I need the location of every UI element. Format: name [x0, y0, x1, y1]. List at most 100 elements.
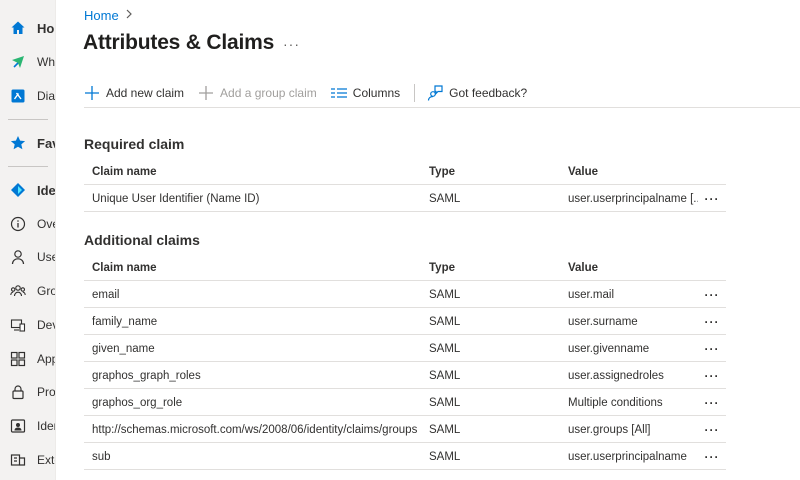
- command-bar: Add new claim Add a group claim Columns …: [84, 78, 800, 108]
- identity-icon: [10, 182, 26, 198]
- table-row[interactable]: Unique User Identifier (Name ID) SAML us…: [84, 185, 726, 212]
- required-claims-table: Claim name Type Value Unique User Identi…: [84, 158, 726, 212]
- left-nav-sidebar: Home What's new Diagnose & solve problem…: [0, 0, 56, 480]
- sidebar-item-identity-governance[interactable]: Identity governance: [0, 412, 55, 440]
- external-icon: [10, 452, 26, 468]
- claim-value-cell: user.groups [All]: [568, 423, 651, 436]
- claim-type-cell: SAML: [429, 192, 461, 205]
- claim-name-cell: sub: [92, 450, 111, 463]
- column-header-claim-name[interactable]: Claim name: [92, 158, 427, 185]
- column-header-value[interactable]: Value: [568, 158, 698, 185]
- sidebar-item-label: Protection: [37, 385, 56, 399]
- required-claim-heading: Required claim: [84, 136, 185, 152]
- row-more-button[interactable]: ···: [700, 389, 724, 416]
- sidebar-item-identity[interactable]: Identity: [0, 176, 56, 204]
- table-row[interactable]: email SAML user.mail ···: [84, 281, 726, 308]
- columns-label: Columns: [352, 85, 401, 100]
- table-row[interactable]: sub SAML user.userprincipalname ···: [84, 443, 726, 470]
- sidebar-item-diagnose[interactable]: Diagnose & solve problems: [0, 82, 55, 110]
- chevron-right-icon: [125, 9, 133, 22]
- page-more-button[interactable]: ···: [283, 36, 300, 52]
- claim-name-cell: Unique User Identifier (Name ID): [92, 192, 260, 205]
- sidebar-item-applications[interactable]: Applications: [0, 345, 55, 373]
- page-title: Attributes & Claims: [83, 31, 275, 54]
- claim-name-cell: http://schemas.microsoft.com/ws/2008/06/…: [92, 423, 418, 436]
- column-header-type[interactable]: Type: [429, 254, 559, 281]
- sidebar-item-label: Devices: [37, 318, 55, 332]
- sidebar-item-label: Overview: [37, 217, 55, 231]
- claim-name-cell: graphos_org_role: [92, 396, 183, 409]
- sidebar-item-label: Identity governance: [37, 419, 55, 433]
- sidebar-item-protection[interactable]: Protection: [0, 378, 56, 406]
- columns-icon: [330, 85, 347, 101]
- row-more-button[interactable]: ···: [700, 335, 724, 362]
- column-header-value[interactable]: Value: [568, 254, 698, 281]
- main-content: Home Attributes & Claims ··· Add new cla…: [56, 0, 800, 480]
- sidebar-item-label: Favorites: [37, 135, 55, 151]
- claim-name-cell: given_name: [92, 342, 155, 355]
- claim-type-cell: SAML: [429, 396, 461, 409]
- lock-icon: [10, 384, 26, 400]
- table-row[interactable]: graphos_org_role SAML Multiple condition…: [84, 389, 726, 416]
- home-icon: [10, 20, 26, 36]
- table-row[interactable]: graphos_graph_roles SAML user.assignedro…: [84, 362, 726, 389]
- table-header-row: Claim name Type Value: [84, 254, 726, 281]
- claim-type-cell: SAML: [429, 369, 461, 382]
- claim-name-cell: email: [92, 288, 120, 301]
- table-row[interactable]: http://schemas.microsoft.com/ws/2008/06/…: [84, 416, 726, 443]
- claim-value-cell: user.mail: [568, 288, 615, 301]
- claim-value-cell: Multiple conditions: [568, 396, 663, 409]
- sidebar-item-groups[interactable]: Groups: [0, 277, 55, 305]
- row-more-button[interactable]: ···: [700, 443, 724, 470]
- feedback-label: Got feedback?: [449, 85, 528, 100]
- add-group-claim-label: Add a group claim: [220, 85, 317, 100]
- groups-icon: [10, 283, 26, 299]
- claim-value-cell: user.surname: [568, 315, 638, 328]
- row-more-button[interactable]: ···: [700, 362, 724, 389]
- row-more-button[interactable]: ···: [700, 308, 724, 335]
- claim-value-cell: user.userprincipalname [...: [568, 192, 698, 205]
- governance-icon: [10, 418, 26, 434]
- sidebar-item-overview[interactable]: Overview: [0, 210, 55, 238]
- claim-type-cell: SAML: [429, 423, 461, 436]
- sidebar-item-home[interactable]: Home: [0, 14, 55, 42]
- add-group-claim-button[interactable]: Add a group claim: [198, 78, 317, 108]
- sidebar-item-label: Home: [37, 20, 55, 36]
- columns-button[interactable]: Columns: [330, 78, 401, 108]
- table-header-row: Claim name Type Value: [84, 158, 726, 185]
- additional-claims-heading: Additional claims: [84, 232, 200, 248]
- claim-value-cell: user.givenname: [568, 342, 650, 355]
- table-row[interactable]: family_name SAML user.surname ···: [84, 308, 726, 335]
- plus-icon: [84, 85, 100, 101]
- sidebar-item-whats-new[interactable]: What's new: [0, 48, 55, 76]
- sidebar-item-external-identities[interactable]: External identities: [0, 446, 55, 474]
- column-header-type[interactable]: Type: [429, 158, 559, 185]
- row-more-button[interactable]: ···: [700, 416, 724, 443]
- user-icon: [10, 249, 26, 265]
- row-more-button[interactable]: ···: [700, 185, 724, 212]
- whats-new-icon: [10, 54, 26, 70]
- info-icon: [10, 216, 26, 232]
- diagnose-icon: [10, 88, 26, 104]
- feedback-icon: [427, 84, 443, 101]
- claim-type-cell: SAML: [429, 342, 461, 355]
- claim-name-cell: graphos_graph_roles: [92, 369, 201, 382]
- column-header-claim-name[interactable]: Claim name: [92, 254, 427, 281]
- sidebar-item-label: External identities: [37, 453, 55, 467]
- claim-type-cell: SAML: [429, 450, 461, 463]
- breadcrumb-home-link[interactable]: Home: [84, 8, 119, 23]
- sidebar-item-favorites[interactable]: Favorites: [0, 129, 55, 157]
- add-new-claim-label: Add new claim: [106, 85, 185, 100]
- table-row[interactable]: given_name SAML user.givenname ···: [84, 335, 726, 362]
- add-new-claim-button[interactable]: Add new claim: [84, 78, 184, 108]
- row-more-button[interactable]: ···: [700, 281, 724, 308]
- sidebar-item-users[interactable]: Users: [0, 243, 55, 271]
- feedback-button[interactable]: Got feedback?: [427, 78, 527, 108]
- sidebar-item-label: Applications: [37, 352, 55, 366]
- claim-value-cell: user.assignedroles: [568, 369, 664, 382]
- sidebar-item-label: What's new: [37, 55, 55, 69]
- sidebar-item-label: Identity: [37, 182, 56, 198]
- sidebar-item-label: Users: [37, 250, 55, 264]
- claim-type-cell: SAML: [429, 315, 461, 328]
- sidebar-item-devices[interactable]: Devices: [0, 311, 55, 339]
